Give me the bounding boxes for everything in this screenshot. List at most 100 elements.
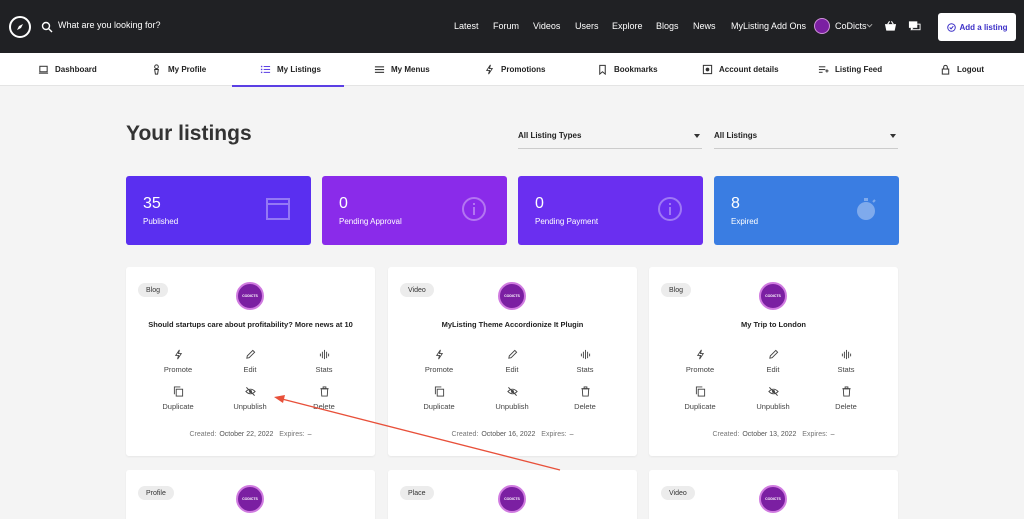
- lightning-icon: [435, 349, 443, 360]
- subnav-listing-feed[interactable]: Listing Feed: [818, 53, 882, 86]
- delete-button[interactable]: Delete: [550, 386, 620, 411]
- stat-label: Pending Payment: [535, 217, 599, 226]
- stat-count: 0: [535, 195, 544, 212]
- nav-users[interactable]: Users: [575, 21, 599, 31]
- dropdown-caret-icon: [694, 134, 700, 138]
- listing-card: Profile CODICTS: [126, 470, 375, 519]
- copy-icon: [695, 386, 705, 397]
- nav-mylisting-add-ons[interactable]: MyListing Add Ons: [731, 21, 806, 31]
- duplicate-button[interactable]: Duplicate: [665, 386, 735, 411]
- stat-card-pending-payment[interactable]: 0 Pending Payment: [518, 176, 703, 245]
- pencil-icon: [245, 349, 255, 359]
- info-icon: [462, 197, 486, 221]
- edit-button[interactable]: Edit: [215, 349, 285, 374]
- unpublish-button[interactable]: Unpublish: [738, 386, 808, 411]
- nav-forum[interactable]: Forum: [493, 21, 519, 31]
- browser-window-icon: [266, 198, 290, 220]
- stats-button[interactable]: Stats: [289, 349, 359, 374]
- listing-type-tag: Video: [400, 283, 434, 297]
- subnav-dashboard[interactable]: Dashboard: [38, 53, 97, 86]
- edit-button[interactable]: Edit: [738, 349, 808, 374]
- chat-icon[interactable]: [908, 20, 921, 32]
- duplicate-button[interactable]: Duplicate: [143, 386, 213, 411]
- stat-card-expired[interactable]: 8 Expired: [714, 176, 899, 245]
- account-box-icon: [702, 64, 713, 75]
- nav-explore[interactable]: Explore: [612, 21, 643, 31]
- subnav-promotions[interactable]: Promotions: [484, 53, 545, 86]
- listing-avatar[interactable]: CODICTS: [498, 485, 526, 513]
- search-icon[interactable]: [41, 21, 53, 33]
- listing-type-tag: Place: [400, 486, 434, 500]
- stat-label: Published: [143, 217, 179, 226]
- listing-title[interactable]: My Trip to London: [649, 320, 898, 329]
- listing-avatar[interactable]: CODICTS: [759, 485, 787, 513]
- eye-off-icon: [767, 387, 779, 396]
- lightning-icon: [174, 349, 182, 360]
- lightning-icon: [485, 64, 494, 75]
- duplicate-button[interactable]: Duplicate: [404, 386, 474, 411]
- subnav-my-menus[interactable]: My Menus: [374, 53, 430, 86]
- stat-card-published[interactable]: 35 Published: [126, 176, 311, 245]
- listing-avatar[interactable]: CODICTS: [759, 282, 787, 310]
- nav-videos[interactable]: Videos: [533, 21, 560, 31]
- menu-icon: [374, 66, 385, 73]
- trash-icon: [319, 386, 329, 397]
- listing-type-select[interactable]: All Listing Types: [518, 124, 702, 149]
- trash-icon: [580, 386, 590, 397]
- lock-icon: [941, 64, 950, 75]
- add-listing-button[interactable]: Add a listing: [938, 13, 1016, 41]
- edit-button[interactable]: Edit: [477, 349, 547, 374]
- listing-avatar[interactable]: CODICTS: [236, 485, 264, 513]
- subnav-my-listings[interactable]: My Listings: [260, 53, 321, 86]
- nav-blogs[interactable]: Blogs: [656, 21, 679, 31]
- delete-button[interactable]: Delete: [811, 386, 881, 411]
- copy-icon: [434, 386, 444, 397]
- listing-avatar[interactable]: CODICTS: [498, 282, 526, 310]
- active-tab-indicator: [232, 85, 344, 87]
- lightning-icon: [696, 349, 704, 360]
- unpublish-button[interactable]: Unpublish: [215, 386, 285, 411]
- compass-logo-icon[interactable]: [9, 16, 31, 38]
- subnav-logout[interactable]: Logout: [940, 53, 984, 86]
- user-avatar[interactable]: [814, 18, 830, 34]
- listing-status-select[interactable]: All Listings: [714, 124, 898, 149]
- unpublish-button[interactable]: Unpublish: [477, 386, 547, 411]
- eye-off-icon: [244, 387, 256, 396]
- listing-meta: Created: October 22, 2022 Expires: –: [189, 431, 312, 438]
- promote-button[interactable]: Promote: [143, 349, 213, 374]
- playlist-add-icon: [818, 66, 829, 73]
- stats-button[interactable]: Stats: [811, 349, 881, 374]
- stat-count: 8: [731, 195, 740, 212]
- listing-meta: Created: October 16, 2022 Expires: –: [451, 431, 574, 438]
- promote-button[interactable]: Promote: [404, 349, 474, 374]
- add-circle-icon: [946, 22, 956, 32]
- pencil-icon: [768, 349, 778, 359]
- promote-button[interactable]: Promote: [665, 349, 735, 374]
- listing-type-tag: Blog: [661, 283, 692, 297]
- user-name[interactable]: CoDicts: [835, 21, 867, 31]
- nav-news[interactable]: News: [693, 21, 716, 31]
- listing-card: Blog CODICTS My Trip to London Promote E…: [649, 267, 898, 456]
- listing-type-tag: Profile: [138, 486, 174, 500]
- stat-card-pending-approval[interactable]: 0 Pending Approval: [322, 176, 507, 245]
- top-bar: What are you looking for? Latest Forum V…: [0, 0, 1024, 53]
- listing-title[interactable]: Should startups care about profitability…: [126, 320, 375, 329]
- listing-card: Blog CODICTS Should startups care about …: [126, 267, 375, 456]
- chevron-down-icon[interactable]: [866, 22, 873, 29]
- stats-button[interactable]: Stats: [550, 349, 620, 374]
- listing-title[interactable]: MyListing Theme Accordionize It Plugin: [388, 320, 637, 329]
- pencil-icon: [507, 349, 517, 359]
- basket-icon[interactable]: [884, 20, 897, 32]
- listing-type-tag: Blog: [138, 283, 169, 297]
- delete-button[interactable]: Delete: [289, 386, 359, 411]
- subnav-bookmarks[interactable]: Bookmarks: [597, 53, 658, 86]
- listing-card: Video CODICTS MyListing Theme Accordioni…: [388, 267, 637, 456]
- eye-off-icon: [506, 387, 518, 396]
- listing-type-tag: Video: [661, 486, 695, 500]
- subnav-account-details[interactable]: Account details: [702, 53, 779, 86]
- search-input[interactable]: What are you looking for?: [58, 20, 161, 30]
- subnav-my-profile[interactable]: My Profile: [151, 53, 206, 86]
- listing-avatar[interactable]: CODICTS: [236, 282, 264, 310]
- dashboard-subnav: Dashboard My Profile My Listings My Menu…: [0, 53, 1024, 86]
- nav-latest[interactable]: Latest: [454, 21, 479, 31]
